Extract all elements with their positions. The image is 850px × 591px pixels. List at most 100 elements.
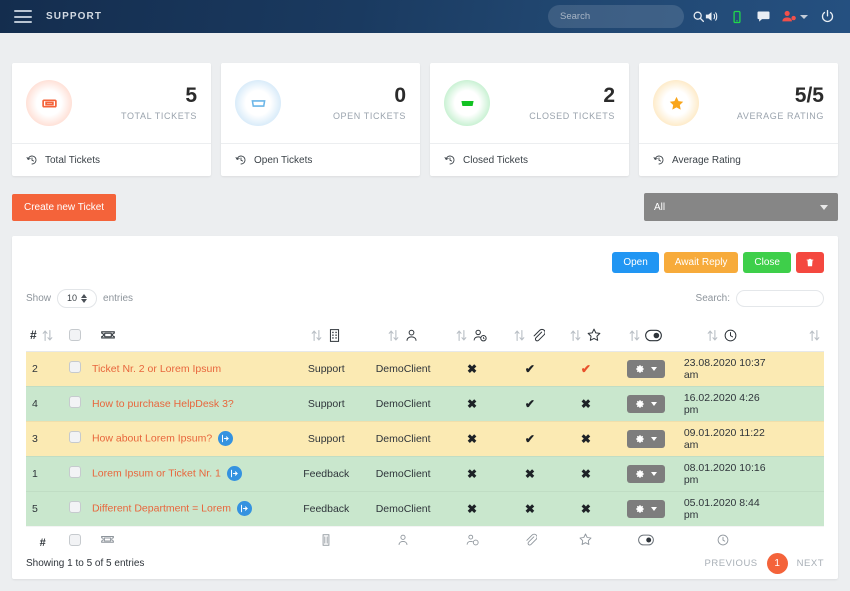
- header-search[interactable]: [548, 5, 705, 28]
- action-row: Create new Ticket All: [12, 193, 838, 221]
- caret-down-icon: [650, 366, 657, 371]
- row-department: Support: [288, 421, 365, 457]
- mobile-icon[interactable]: [724, 10, 750, 24]
- user-icon[interactable]: [776, 9, 802, 24]
- search-input[interactable]: [560, 11, 692, 22]
- delete-button[interactable]: [796, 252, 824, 273]
- column-header-actions[interactable]: [767, 320, 824, 352]
- gear-dropdown-button[interactable]: [626, 359, 665, 378]
- row-checkbox[interactable]: [59, 456, 90, 492]
- stepper-icon: [81, 293, 88, 303]
- column-header-number[interactable]: #: [26, 320, 60, 352]
- stat-foot-label: Total Tickets: [45, 154, 101, 166]
- checkbox-icon[interactable]: [68, 329, 81, 342]
- entries-value: 10: [67, 293, 78, 303]
- row-checkbox[interactable]: [59, 351, 90, 387]
- column-header-attachment[interactable]: [501, 320, 558, 352]
- row-checkbox[interactable]: [59, 421, 90, 457]
- column-header-priority[interactable]: [557, 320, 614, 352]
- ticket-link[interactable]: Different Department = Lorem: [92, 502, 231, 514]
- stat-card-open-tickets: 0 OPEN TICKETS Open Tickets: [221, 63, 420, 176]
- x-mark-icon: ✖: [467, 466, 478, 481]
- row-agent-mark: ✖: [442, 421, 502, 457]
- table-search: Search:: [696, 289, 824, 307]
- row-action-menu[interactable]: [613, 351, 678, 387]
- gear-dropdown-button[interactable]: [626, 499, 665, 518]
- row-department: Support: [288, 351, 365, 387]
- column-header-department[interactable]: [288, 320, 365, 352]
- row-action-menu[interactable]: [613, 456, 678, 492]
- row-agent-mark: ✖: [442, 456, 502, 492]
- table-row[interactable]: 5 Different Department = Lorem Feedback Dem…: [26, 491, 824, 527]
- ticket-link[interactable]: Ticket Nr. 2 or Lorem Ipsum: [92, 363, 221, 375]
- column-header-date[interactable]: [677, 320, 768, 352]
- column-header-ticket[interactable]: [89, 320, 289, 352]
- table-row[interactable]: 1 Lorem Ipsum or Ticket Nr. 1 Feedback Demo…: [26, 456, 824, 492]
- row-ticket-title[interactable]: How about Lorem Ipsum?: [89, 421, 289, 457]
- row-agent-mark: ✖: [442, 351, 502, 387]
- pagination-page-1[interactable]: 1: [766, 552, 788, 574]
- pagination-next[interactable]: NEXT: [797, 558, 824, 569]
- column-header-agent[interactable]: [442, 320, 502, 352]
- sort-icon: [707, 329, 718, 342]
- row-client: DemoClient: [364, 351, 443, 387]
- gear-dropdown-button[interactable]: [626, 464, 665, 483]
- close-status-button[interactable]: Close: [743, 252, 791, 273]
- ticket-link[interactable]: How about Lorem Ipsum?: [92, 432, 212, 444]
- gear-dropdown-button[interactable]: [626, 429, 665, 448]
- row-department: Feedback: [288, 456, 365, 492]
- create-new-ticket-button[interactable]: Create new Ticket: [12, 193, 117, 221]
- sign-in-badge-icon[interactable]: [218, 431, 234, 446]
- stat-cards: 5 TOTAL TICKETS Total Tickets 0 OPEN TIC…: [12, 63, 838, 176]
- ticket-filter-select[interactable]: All: [644, 193, 838, 221]
- ticket-link[interactable]: Lorem Ipsum or Ticket Nr. 1: [92, 467, 221, 479]
- row-end: [767, 351, 824, 387]
- chevron-down-icon[interactable]: [800, 14, 808, 19]
- row-action-menu[interactable]: [613, 421, 678, 457]
- x-mark-icon: ✖: [580, 466, 591, 481]
- chat-icon[interactable]: [750, 9, 776, 24]
- gear-dropdown-button[interactable]: [626, 394, 665, 413]
- power-icon[interactable]: [814, 9, 840, 24]
- check-mark-icon: ✔: [580, 361, 591, 376]
- pagination-previous[interactable]: PREVIOUS: [705, 558, 758, 569]
- table-header-row: #: [26, 320, 824, 352]
- row-checkbox[interactable]: [59, 386, 90, 422]
- await-reply-status-button[interactable]: Await Reply: [663, 252, 739, 273]
- column-header-client[interactable]: [364, 320, 443, 352]
- ticket-link[interactable]: How to purchase HelpDesk 3?: [92, 398, 234, 410]
- table-row[interactable]: 2 Ticket Nr. 2 or Lorem Ipsum Support DemoC…: [26, 351, 824, 387]
- row-ticket-title[interactable]: Ticket Nr. 2 or Lorem Ipsum: [89, 351, 289, 387]
- row-ticket-title[interactable]: Different Department = Lorem: [89, 491, 289, 527]
- column-header-select-all[interactable]: [59, 320, 90, 352]
- column-header-status[interactable]: [613, 320, 678, 352]
- topbar-actions: [548, 5, 850, 28]
- entries-per-page-select[interactable]: 10: [57, 288, 98, 308]
- row-ticket-title[interactable]: Lorem Ipsum or Ticket Nr. 1: [89, 456, 289, 492]
- ticket-icon: [235, 80, 281, 126]
- row-ticket-title[interactable]: How to purchase HelpDesk 3?: [89, 386, 289, 422]
- volume-icon[interactable]: [698, 9, 724, 24]
- row-checkbox[interactable]: [59, 491, 90, 527]
- stat-value: 5: [185, 84, 197, 108]
- hamburger-icon[interactable]: [14, 10, 32, 23]
- show-label: Show: [26, 292, 52, 304]
- row-action-menu[interactable]: [613, 491, 678, 527]
- row-priority-mark: ✖: [557, 421, 614, 457]
- sign-in-badge-icon[interactable]: [226, 466, 242, 481]
- table-row[interactable]: 4 How to purchase HelpDesk 3? Support DemoC…: [26, 386, 824, 422]
- row-number: 4: [26, 386, 60, 422]
- open-status-button[interactable]: Open: [612, 252, 659, 273]
- tickets-table: # 2 Ticket Nr. 2 or Lorem Ipsum Support …: [26, 320, 824, 558]
- row-action-menu[interactable]: [613, 386, 678, 422]
- hash-symbol: #: [30, 328, 37, 343]
- table-search-input[interactable]: [736, 289, 824, 307]
- row-attachment-mark: ✔: [501, 351, 558, 387]
- sort-icon: [514, 329, 525, 342]
- x-mark-icon: ✖: [467, 431, 478, 446]
- table-row[interactable]: 3 How about Lorem Ipsum? Support DemoClient…: [26, 421, 824, 457]
- stat-foot-label: Open Tickets: [254, 154, 313, 166]
- sign-in-badge-icon[interactable]: [236, 501, 252, 516]
- stat-label: AVERAGE RATING: [736, 110, 824, 121]
- status-action-buttons: Open Await Reply Close: [612, 252, 824, 273]
